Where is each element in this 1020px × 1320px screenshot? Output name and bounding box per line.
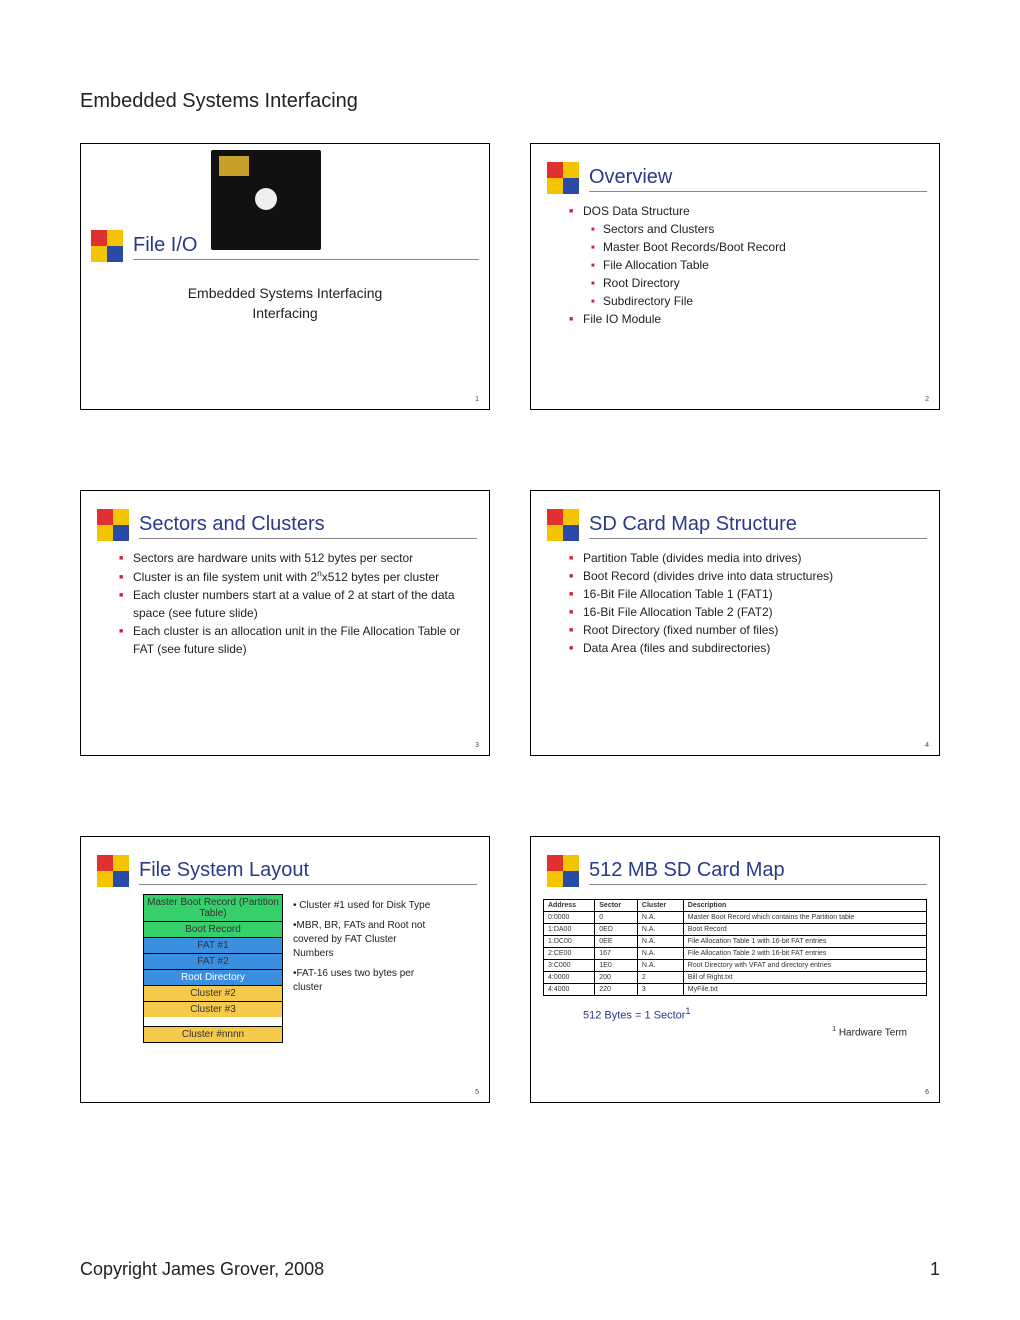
logo-icon (97, 855, 131, 889)
footnote: 1 Hardware Term (543, 1026, 907, 1038)
bullet-list: Sectors are hardware units with 512 byte… (93, 549, 477, 658)
layout-row: Master Boot Record (Partition Table) (143, 894, 283, 922)
page-number: 1 (930, 1259, 940, 1280)
slide-number: 1 (475, 396, 479, 403)
slide-title: Sectors and Clusters (139, 513, 477, 539)
layout-row: Boot Record (143, 921, 283, 938)
logo-icon (547, 162, 581, 196)
layout-stack: Master Boot Record (Partition Table) Boo… (143, 895, 283, 1043)
logo-icon (97, 509, 131, 543)
table-row: 1:DC000EEN.A.File Allocation Table 1 wit… (544, 936, 927, 948)
logo-icon (91, 230, 125, 264)
slide-title: File I/O (133, 234, 479, 260)
slide-4: SD Card Map Structure Partition Table (d… (530, 490, 940, 757)
slide-3: Sectors and Clusters Sectors are hardwar… (80, 490, 490, 757)
slide-subtitle: Embedded Systems Interfacing Interfacing (81, 284, 489, 323)
slide-2: Overview DOS Data Structure Sectors and … (530, 143, 940, 410)
slide-number: 4 (925, 742, 929, 749)
bullet-list: DOS Data Structure Sectors and Clusters … (543, 202, 927, 328)
col-address: Address (544, 900, 595, 912)
logo-icon (547, 855, 581, 889)
slide-number: 6 (925, 1089, 929, 1096)
sector-note: 512 Bytes = 1 Sector1 (583, 1006, 927, 1022)
layout-row: Cluster #nnnn (143, 1026, 283, 1043)
bullet-list: Partition Table (divides media into driv… (543, 549, 927, 657)
page-header: Embedded Systems Interfacing (80, 90, 940, 113)
slide-title: File System Layout (139, 859, 477, 885)
layout-notes: • Cluster #1 used for Disk Type •MBR, BR… (293, 895, 433, 1043)
slide-5: File System Layout Master Boot Record (P… (80, 836, 490, 1103)
table-row: 4:00002002Bill of Right.txt (544, 972, 927, 984)
slide-title: 512 MB SD Card Map (589, 859, 927, 885)
layout-row: FAT #1 (143, 937, 283, 954)
slide-6: 512 MB SD Card Map Address Sector Cluste… (530, 836, 940, 1103)
copyright: Copyright James Grover, 2008 (80, 1259, 324, 1280)
table-row: 4:40002203MyFile.txt (544, 984, 927, 996)
logo-icon (547, 509, 581, 543)
layout-row: Root Directory (143, 969, 283, 986)
sd-card-map-table: Address Sector Cluster Description 0:000… (543, 899, 927, 996)
slides-grid: File I/O Embedded Systems Interfacing In… (80, 143, 940, 1103)
layout-row: FAT #2 (143, 953, 283, 970)
layout-row: Cluster #3 (143, 1001, 283, 1018)
table-row: 0:00000N.A.Master Boot Record which cont… (544, 912, 927, 924)
slide-number: 2 (925, 396, 929, 403)
col-sector: Sector (595, 900, 638, 912)
page-footer: Copyright James Grover, 2008 1 (80, 1259, 940, 1280)
table-row: 2:CE00167N.A.File Allocation Table 2 wit… (544, 948, 927, 960)
table-row: 1:DA000EDN.A.Boot Record (544, 924, 927, 936)
slide-1: File I/O Embedded Systems Interfacing In… (80, 143, 490, 410)
slide-number: 5 (475, 1089, 479, 1096)
slide-title: Overview (589, 166, 927, 192)
layout-row: Cluster #2 (143, 985, 283, 1002)
slide-title: SD Card Map Structure (589, 513, 927, 539)
col-description: Description (683, 900, 926, 912)
table-row: 3:C0001E0N.A.Root Directory with VFAT an… (544, 960, 927, 972)
slide-number: 3 (475, 742, 479, 749)
col-cluster: Cluster (637, 900, 683, 912)
